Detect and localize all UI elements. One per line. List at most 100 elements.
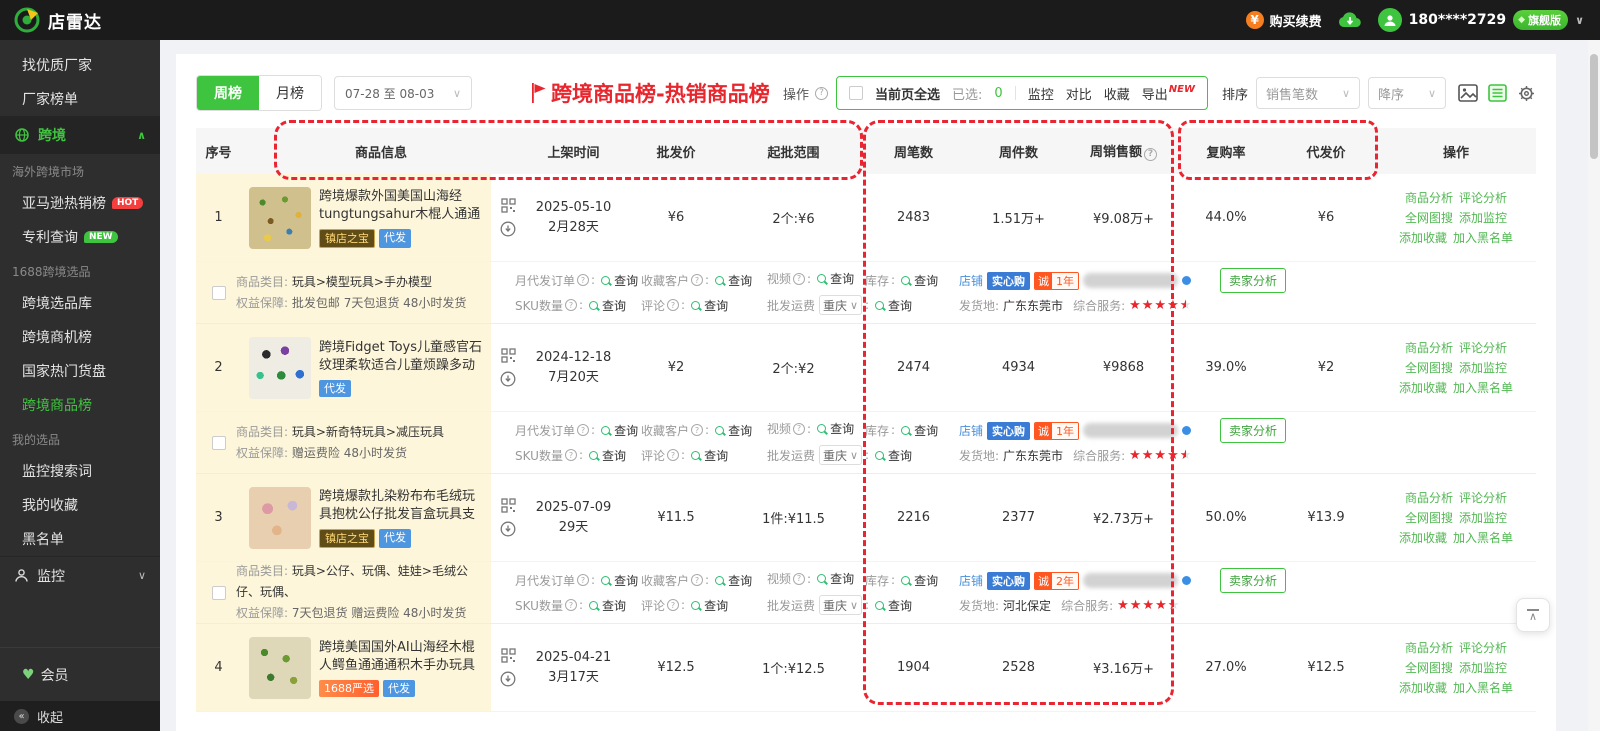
query-link[interactable]: 查询	[728, 272, 752, 289]
query-link[interactable]: 查询	[830, 270, 854, 287]
tab-weekly[interactable]: 周榜	[197, 76, 259, 110]
review-analysis-link[interactable]: 评论分析	[1459, 491, 1507, 505]
product-analysis-link[interactable]: 商品分析	[1405, 641, 1453, 655]
query-link[interactable]: 查询	[704, 597, 728, 614]
image-search-link[interactable]: 全网图搜	[1405, 661, 1453, 675]
freight-city-select[interactable]: 重庆∨	[819, 295, 862, 315]
image-search-link[interactable]: 全网图搜	[1405, 511, 1453, 525]
wangwang-icon[interactable]	[1182, 276, 1191, 285]
sidebar-item-crossborder-library[interactable]: 跨境选品库	[0, 286, 160, 320]
product-title[interactable]: 跨境爆款外国美国山海经tungtungsahur木棍人通通通盲盒手办摆件	[319, 188, 488, 224]
export-action[interactable]: 导出NEW	[1142, 84, 1195, 103]
review-analysis-link[interactable]: 评论分析	[1459, 641, 1507, 655]
sort-order-select[interactable]: 降序 ∨	[1368, 77, 1446, 109]
seller-analysis-button[interactable]: 卖家分析	[1220, 268, 1286, 293]
add-monitor-link[interactable]: 添加监控	[1459, 511, 1507, 525]
qr-code-icon[interactable]	[501, 648, 516, 663]
download-icon[interactable]	[500, 371, 516, 387]
product-thumbnail[interactable]	[249, 637, 311, 699]
product-thumbnail[interactable]	[249, 187, 311, 249]
sidebar-item-supplier-rankings[interactable]: 厂家榜单	[0, 82, 160, 116]
row-checkbox[interactable]	[212, 286, 226, 300]
product-analysis-link[interactable]: 商品分析	[1405, 341, 1453, 355]
shop-link[interactable]: 店铺	[959, 422, 983, 439]
add-blacklist-link[interactable]: 加入黑名单	[1453, 681, 1513, 695]
app-logo[interactable]: 店雷达	[14, 7, 102, 33]
sidebar-item-membership[interactable]: ♥ 会员	[0, 658, 160, 692]
sidebar-group-monitoring[interactable]: 监控 ∨	[0, 556, 160, 594]
add-monitor-link[interactable]: 添加监控	[1459, 361, 1507, 375]
help-icon[interactable]: ?	[815, 87, 828, 100]
sidebar-collapse-button[interactable]: « 收起	[0, 701, 160, 731]
product-title[interactable]: 跨境Fidget Toys儿童感官石 纹理柔软适合儿童烦躁多动解压感官石	[319, 339, 488, 375]
product-thumbnail[interactable]	[249, 487, 311, 549]
compare-action[interactable]: 对比	[1066, 84, 1092, 103]
query-link[interactable]: 查询	[888, 297, 912, 314]
product-thumbnail[interactable]	[249, 337, 311, 399]
qr-code-icon[interactable]	[501, 498, 516, 513]
date-range-select[interactable]: 07-28 至 08-03 ∨	[334, 76, 472, 110]
qr-code-icon[interactable]	[501, 348, 516, 363]
sidebar-item-patent-search[interactable]: 专利查询NEW	[0, 220, 160, 254]
seller-analysis-button[interactable]: 卖家分析	[1220, 568, 1286, 593]
review-analysis-link[interactable]: 评论分析	[1459, 341, 1507, 355]
query-link[interactable]: 查询	[614, 572, 638, 589]
freight-city-select[interactable]: 重庆∨	[819, 445, 862, 465]
qr-code-icon[interactable]	[501, 198, 516, 213]
sidebar-item-blacklist[interactable]: 黑名单	[0, 522, 160, 556]
add-favorite-link[interactable]: 添加收藏	[1399, 531, 1447, 545]
tab-monthly[interactable]: 月榜	[259, 76, 321, 110]
sidebar-item-monitored-keywords[interactable]: 监控搜索词	[0, 454, 160, 488]
row-checkbox[interactable]	[212, 436, 226, 450]
image-search-link[interactable]: 全网图搜	[1405, 361, 1453, 375]
download-icon[interactable]	[500, 671, 516, 687]
settings-gear-icon[interactable]	[1517, 84, 1536, 103]
query-link[interactable]: 查询	[704, 297, 728, 314]
query-link[interactable]: 查询	[888, 597, 912, 614]
image-view-icon[interactable]	[1458, 84, 1478, 102]
review-analysis-link[interactable]: 评论分析	[1459, 191, 1507, 205]
query-link[interactable]: 查询	[914, 422, 938, 439]
product-analysis-link[interactable]: 商品分析	[1405, 491, 1453, 505]
cloud-download-icon[interactable]	[1338, 11, 1362, 29]
shop-link[interactable]: 店铺	[959, 272, 983, 289]
buy-renew-button[interactable]: ¥ 购买续费	[1246, 11, 1322, 30]
freight-city-select[interactable]: 重庆∨	[819, 595, 862, 615]
favorite-action[interactable]: 收藏	[1104, 84, 1130, 103]
query-link[interactable]: 查询	[914, 272, 938, 289]
download-icon[interactable]	[500, 521, 516, 537]
sidebar-item-amazon-bestsellers[interactable]: 亚马逊热销榜HOT	[0, 186, 160, 220]
query-link[interactable]: 查询	[728, 422, 752, 439]
sidebar-item-find-suppliers[interactable]: 找优质厂家	[0, 48, 160, 82]
select-all-checkbox[interactable]	[849, 86, 863, 100]
add-favorite-link[interactable]: 添加收藏	[1399, 681, 1447, 695]
sort-field-select[interactable]: 销售笔数 ∨	[1256, 77, 1360, 109]
scrollbar-track[interactable]	[1588, 40, 1600, 731]
shop-link[interactable]: 店铺	[959, 572, 983, 589]
help-icon[interactable]: ?	[1144, 148, 1157, 161]
add-blacklist-link[interactable]: 加入黑名单	[1453, 381, 1513, 395]
product-title[interactable]: 跨境爆款扎染粉布布毛绒玩具抱枕公仔批发盲盒玩具支持一件代发	[319, 488, 488, 524]
product-analysis-link[interactable]: 商品分析	[1405, 191, 1453, 205]
query-link[interactable]: 查询	[602, 297, 626, 314]
query-link[interactable]: 查询	[830, 420, 854, 437]
query-link[interactable]: 查询	[614, 422, 638, 439]
query-link[interactable]: 查询	[914, 572, 938, 589]
query-link[interactable]: 查询	[888, 447, 912, 464]
wangwang-icon[interactable]	[1182, 576, 1191, 585]
monitor-action[interactable]: 监控	[1028, 84, 1054, 103]
query-link[interactable]: 查询	[728, 572, 752, 589]
sidebar-group-crossborder[interactable]: 跨境 ∧	[0, 116, 160, 154]
download-icon[interactable]	[500, 221, 516, 237]
back-to-top-button[interactable]: ∧	[1516, 598, 1550, 632]
query-link[interactable]: 查询	[602, 447, 626, 464]
sidebar-item-country-hot-goods[interactable]: 国家热门货盘	[0, 354, 160, 388]
seller-analysis-button[interactable]: 卖家分析	[1220, 418, 1286, 443]
select-all-label[interactable]: 当前页全选	[875, 84, 940, 103]
add-favorite-link[interactable]: 添加收藏	[1399, 381, 1447, 395]
row-checkbox[interactable]	[212, 586, 226, 600]
query-link[interactable]: 查询	[602, 597, 626, 614]
sidebar-item-opportunity-rankings[interactable]: 跨境商机榜	[0, 320, 160, 354]
wangwang-icon[interactable]	[1182, 426, 1191, 435]
add-monitor-link[interactable]: 添加监控	[1459, 211, 1507, 225]
